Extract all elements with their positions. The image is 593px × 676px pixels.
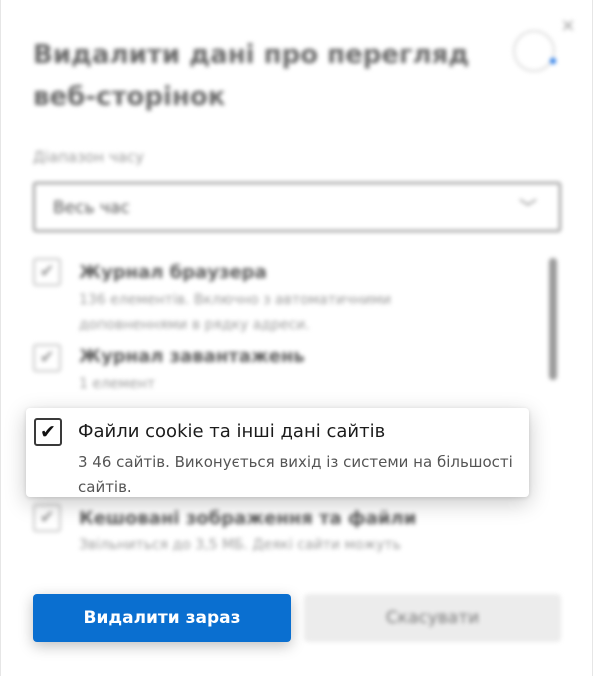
clear-browsing-data-dialog: × Видалити дані про перегляд веб-сторіно… <box>0 0 593 676</box>
time-range-value: Весь час <box>53 198 130 218</box>
checkbox-browser-history[interactable]: ✔ <box>33 258 61 286</box>
item-title: Журнал завантажень <box>79 346 305 367</box>
close-icon[interactable]: × <box>557 15 579 37</box>
cancel-button[interactable]: Скасувати <box>304 594 561 642</box>
delete-now-button[interactable]: Видалити зараз <box>33 594 291 642</box>
checkbox-download-history[interactable]: ✔ <box>33 344 61 372</box>
item-description: 1 елемент <box>79 376 156 392</box>
loading-spinner-icon <box>513 30 556 72</box>
checkbox-cookies[interactable]: ✔ <box>34 418 62 446</box>
dialog-title: Видалити дані про перегляд веб-сторінок <box>33 40 470 112</box>
item-title: Журнал браузера <box>79 262 267 283</box>
list-item-cookies[interactable]: ✔ Файли cookie та інші дані сайтів 3 46 … <box>26 408 529 497</box>
list-scrollbar[interactable] <box>549 258 557 380</box>
checkbox-cached-images[interactable]: ✔ <box>33 504 61 532</box>
item-title: Кешовані зображення та файли <box>79 508 417 529</box>
time-range-label: Діапазон часу <box>33 148 144 166</box>
chevron-down-icon: ﹀ <box>519 198 537 219</box>
item-description: 136 елементів. Включно з автоматичними д… <box>79 292 392 333</box>
item-description: Звільниться до 3,5 МБ. Деякі сайти можут… <box>79 537 401 553</box>
item-title: Файли cookie та інші дані сайтів <box>78 421 386 442</box>
item-description: 3 46 сайтів. Виконується вихід із систем… <box>78 453 513 496</box>
time-range-select[interactable]: Весь час ﹀ <box>33 182 561 232</box>
